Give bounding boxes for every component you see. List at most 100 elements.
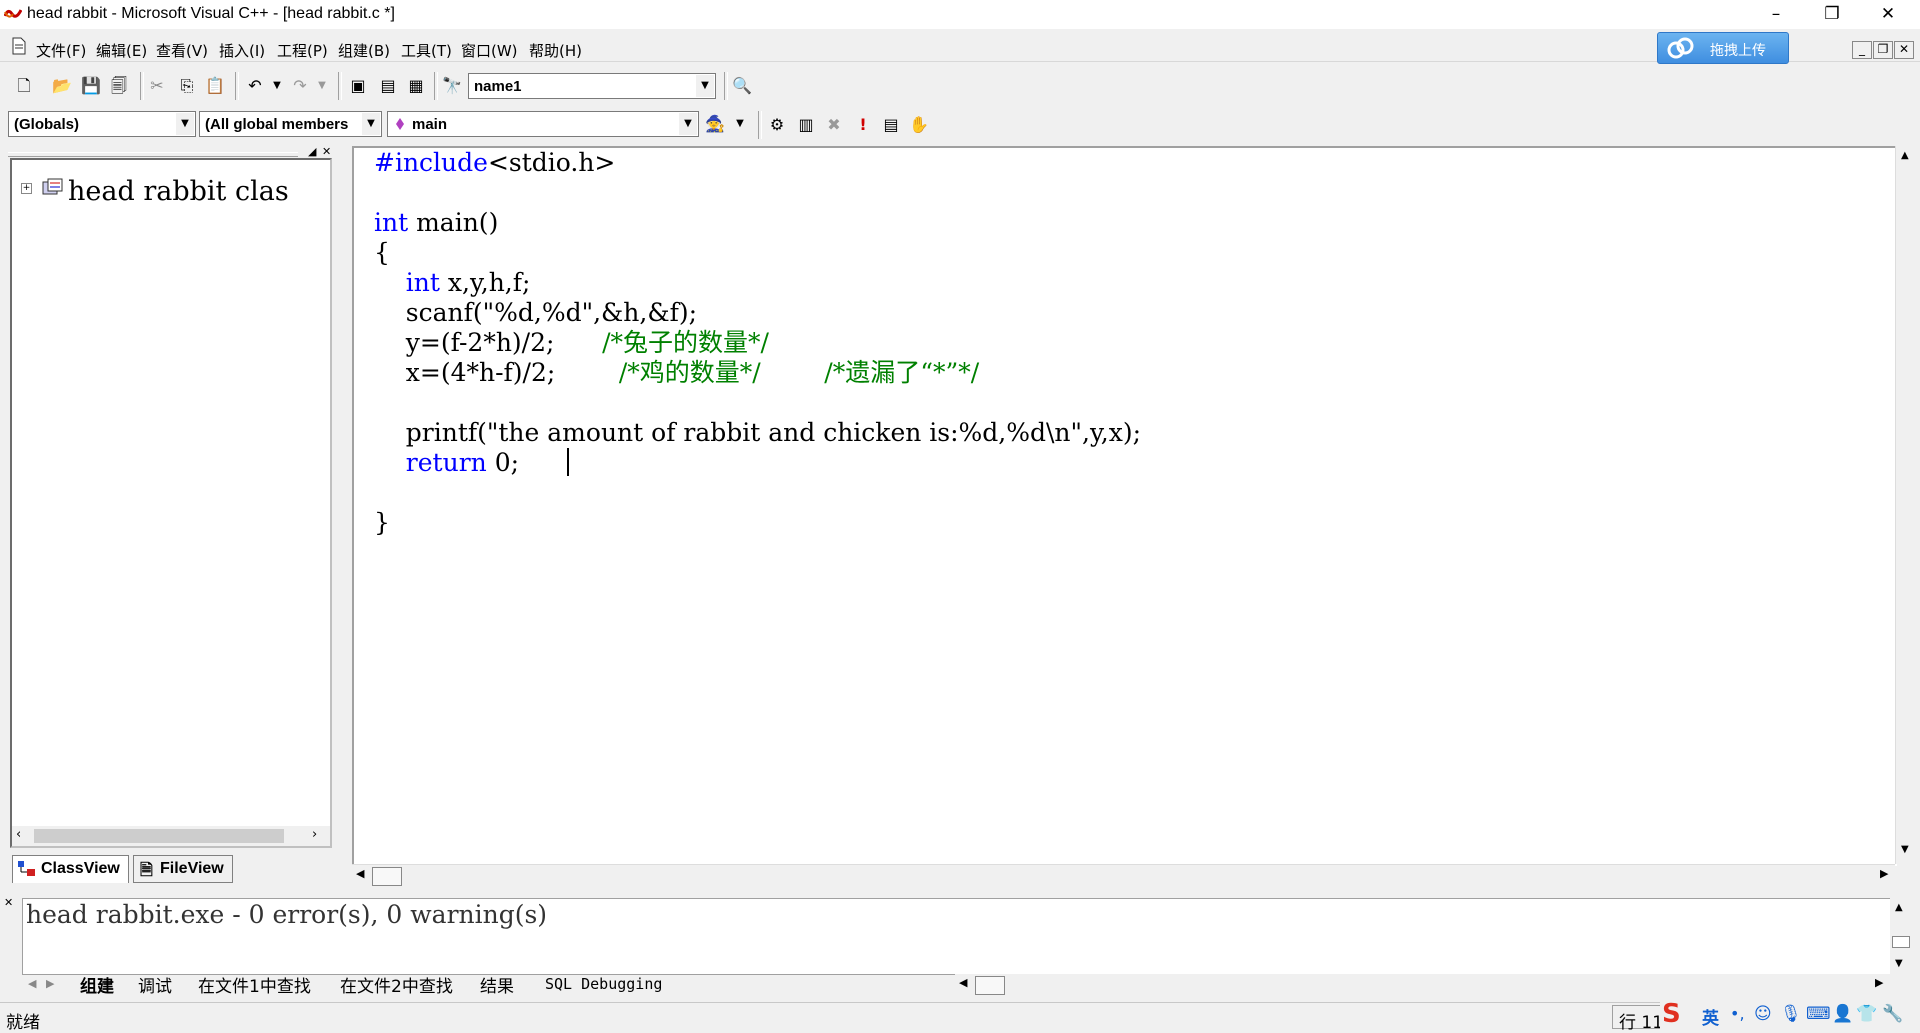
menu-build[interactable]: 组建(B) [338,40,390,61]
chevron-down-icon[interactable]: ▼ [679,113,697,135]
tab-build[interactable]: 组建 [80,972,114,997]
scope-combo[interactable]: (Globals) ▼ [8,111,196,137]
close-icon[interactable]: ✕ [322,145,331,158]
tab-sql-debugging[interactable]: SQL Debugging [545,975,662,993]
menu-file[interactable]: 文件(F) [36,40,86,61]
editor-hscrollbar[interactable]: ◀ ▶ [352,864,1895,887]
tab-scroll-right-icon[interactable]: ▶ [46,977,54,990]
code-editor[interactable] [352,146,1897,866]
window-list-icon[interactable]: ▦ [404,74,428,98]
code-line[interactable]: } [374,508,390,538]
open-icon[interactable]: 📂 [50,74,74,98]
editor-vscrollbar[interactable]: ▲ ▼ [1895,146,1918,864]
punctuation-icon[interactable]: •, [1730,1004,1745,1023]
redo-icon[interactable]: ↷ [288,74,312,98]
function-combo[interactable]: main ▼ [387,111,699,137]
menu-window[interactable]: 窗口(W) [461,40,518,61]
members-combo[interactable]: (All global members ▼ [199,111,382,137]
scroll-left-icon[interactable]: ‹ [16,827,21,842]
code-line[interactable]: x=(4*h-f)/2; /*鸡的数量*/ /*遗漏了“*”*/ [374,358,979,388]
scroll-down-icon[interactable]: ▼ [1895,958,1903,969]
code-line[interactable]: y=(f-2*h)/2; /*兔子的数量*/ [374,328,769,358]
tab-find-in-files-2[interactable]: 在文件2中查找 [340,972,453,997]
chevron-down-icon[interactable]: ▼ [362,113,380,135]
code-line[interactable]: { [374,238,390,268]
menu-help[interactable]: 帮助(H) [529,40,582,61]
hand-icon[interactable]: ✋ [907,113,931,137]
tab-find-in-files-1[interactable]: 在文件1中查找 [198,972,311,997]
tab-results[interactable]: 结果 [480,972,514,997]
execute-icon[interactable]: ! [851,113,875,137]
output-window-icon[interactable]: ▤ [376,74,400,98]
expand-icon[interactable]: + [21,183,32,194]
find-in-files-icon[interactable]: 🔭 [440,74,464,98]
wizard-action-icon[interactable]: 🧙 [703,112,727,136]
minimize-button[interactable]: – [1748,0,1804,29]
menu-insert[interactable]: 插入(I) [219,40,265,61]
code-line[interactable]: return 0; [374,448,519,478]
menu-project[interactable]: 工程(P) [277,40,328,61]
scroll-left-icon[interactable]: ◀ [959,976,967,989]
tab-classview[interactable]: ClassView [12,855,129,883]
code-line[interactable]: printf("the amount of rabbit and chicken… [374,418,1141,448]
build-icon[interactable]: ▥ [794,113,818,137]
tab-fileview[interactable]: 🗎 FileView [133,855,233,883]
emoji-icon[interactable]: ☺ [1754,1004,1772,1024]
stop-build-icon[interactable]: ✖ [822,113,846,137]
find-combo[interactable]: name1 ▼ [468,73,716,99]
redo-dropdown-icon[interactable]: ▼ [310,74,334,98]
tab-debug[interactable]: 调试 [138,972,172,997]
paste-icon[interactable]: 📋 [203,74,227,98]
undo-dropdown-icon[interactable]: ▼ [265,74,289,98]
menu-view[interactable]: 查看(V) [156,40,208,61]
save-all-icon[interactable]: 🗐 [107,74,131,98]
scroll-up-icon[interactable]: ▲ [1895,902,1903,913]
save-icon[interactable]: 💾 [79,74,103,98]
dock-icon[interactable]: ◢ [308,145,316,158]
close-icon[interactable]: ✕ [4,896,13,909]
scroll-thumb[interactable] [372,867,402,886]
user-icon[interactable]: 👤 [1832,1004,1853,1024]
menu-tools[interactable]: 工具(T) [401,40,452,61]
chevron-down-icon[interactable]: ▼ [176,113,194,135]
output-gripper[interactable]: ✕ [0,894,18,998]
mdi-minimize-button[interactable]: _ [1852,41,1872,59]
copy-icon[interactable]: ⎘ [175,74,199,98]
code-line[interactable]: int main() [374,208,498,238]
scroll-right-icon[interactable]: ▶ [1875,976,1883,989]
scroll-left-icon[interactable]: ◀ [356,867,364,880]
scroll-thumb[interactable] [1892,936,1910,948]
compile-icon[interactable]: ⚙ [765,113,789,137]
workspace-icon[interactable]: ▣ [346,74,370,98]
cut-icon[interactable]: ✂ [145,74,169,98]
insert-breakpoint-icon[interactable]: ▤ [879,113,903,137]
ime-lang[interactable]: 英 [1702,1004,1719,1029]
mdi-close-button[interactable]: ✕ [1894,41,1914,59]
scroll-thumb[interactable] [34,829,284,843]
menu-edit[interactable]: 编辑(E) [96,40,147,61]
scroll-right-icon[interactable]: ▶ [1880,867,1888,880]
tab-scroll-left-icon[interactable]: ◀ [28,977,36,990]
tree-root-label[interactable]: head rabbit clas [68,176,330,207]
microphone-icon[interactable]: 🎙 [1780,1004,1802,1024]
upload-button[interactable]: 拖拽上传 [1657,32,1789,64]
new-file-icon[interactable]: 🗋 [12,74,36,98]
scroll-up-icon[interactable]: ▲ [1901,150,1909,161]
scroll-thumb[interactable] [975,976,1005,995]
restore-button[interactable]: ❐ [1804,0,1860,29]
mdi-restore-button[interactable]: ❐ [1873,41,1893,59]
sogou-icon[interactable]: S [1662,999,1681,1029]
keyboard-icon[interactable]: ⌨ [1806,1004,1831,1024]
output-hscrollbar[interactable]: ◀ ▶ [955,974,1890,996]
chevron-down-icon[interactable]: ▼ [696,75,714,97]
undo-icon[interactable]: ↶ [243,74,267,98]
workspace-hscrollbar[interactable]: ‹ › [12,826,330,846]
wrench-icon[interactable]: 🔧 [1882,1004,1903,1024]
code-line[interactable]: int x,y,h,f; [374,268,531,298]
scroll-down-icon[interactable]: ▼ [1901,844,1909,855]
close-button[interactable]: ✕ [1860,0,1916,29]
search-icon[interactable]: 🔍 [730,74,754,98]
output-vscrollbar[interactable]: ▲ ▼ [1890,898,1912,978]
wizard-dropdown-icon[interactable]: ▼ [728,112,752,136]
code-line[interactable]: scanf("%d,%d",&h,&f); [374,298,697,328]
